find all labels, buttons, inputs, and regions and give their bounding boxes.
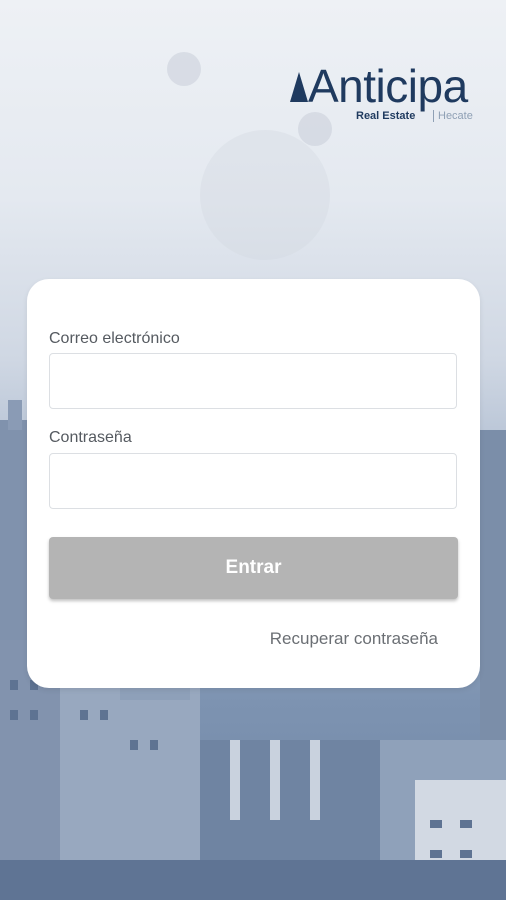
email-field[interactable] [49,353,457,409]
decorative-dot [167,52,201,86]
email-label: Correo electrónico [49,330,180,347]
decorative-dot [200,130,330,260]
logo-triangle-icon [290,72,308,102]
login-button[interactable]: Entrar [49,537,458,599]
password-label: Contraseña [49,429,132,446]
anticipa-logo: Anticipa Real Estate Hecate [290,58,490,128]
logo-name: Anticipa [308,60,468,112]
password-field[interactable] [49,453,457,509]
logo-subtitle-real-estate: Real Estate [356,110,416,122]
logo-subtitle-hecate: Hecate [433,110,473,122]
login-card: Correo electrónico Contraseña Entrar Rec… [27,279,480,688]
recover-password-link[interactable]: Recuperar contraseña [270,629,438,649]
